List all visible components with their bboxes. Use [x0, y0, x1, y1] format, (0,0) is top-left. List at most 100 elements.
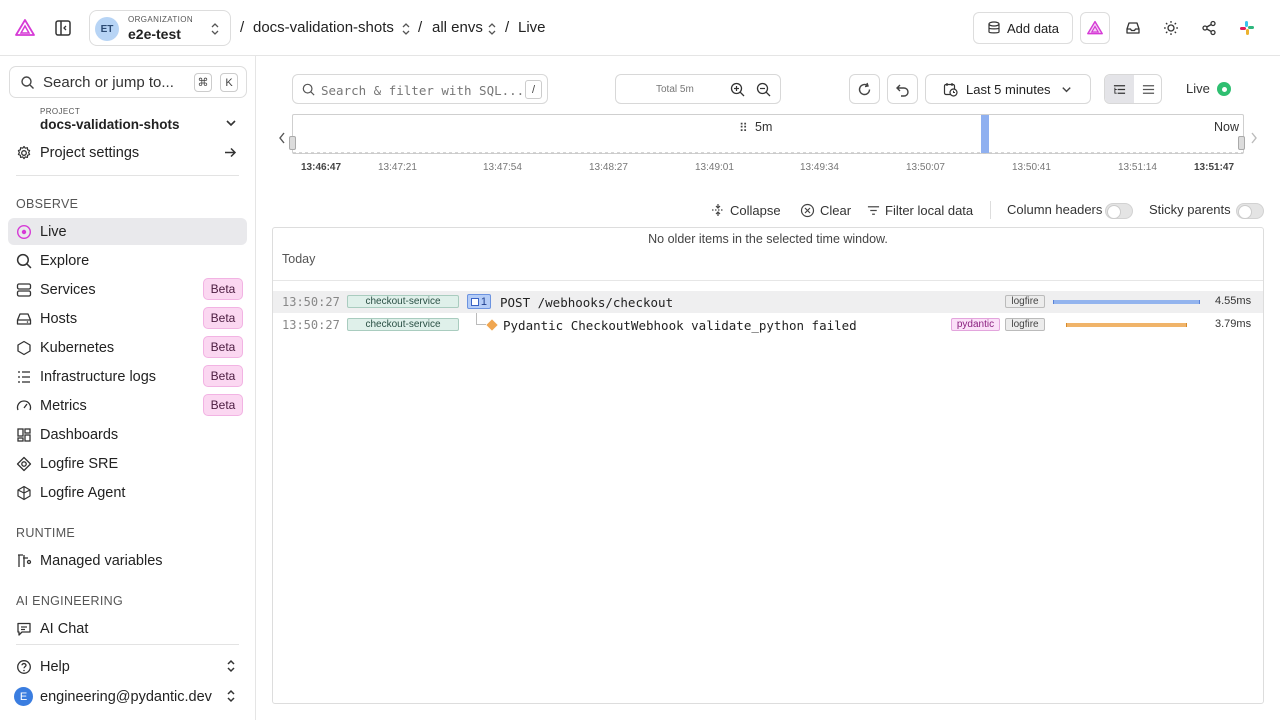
clear-button[interactable]: Clear — [800, 201, 851, 219]
beta-badge: Beta — [203, 336, 243, 358]
filter-icon — [867, 204, 880, 217]
help-menu[interactable]: Help — [8, 653, 247, 680]
undo-button[interactable] — [887, 74, 918, 104]
chevron-updown-icon — [226, 689, 236, 703]
zoom-in-icon[interactable] — [730, 82, 745, 97]
sidebar-item-kubernetes[interactable]: Kubernetes Beta — [8, 334, 247, 361]
timeline-right-handle[interactable] — [1238, 136, 1245, 150]
children-count-badge[interactable]: 1 — [467, 294, 491, 309]
sidebar-item-label: Explore — [40, 253, 90, 269]
filter-local-data-button[interactable]: Filter local data — [867, 201, 973, 219]
table-row[interactable]: 13:50:27 checkout-service Pydantic Check… — [273, 313, 1263, 336]
no-older-items-message: No older items in the selected time wind… — [648, 232, 888, 246]
sidebar-item-live[interactable]: Live — [8, 218, 247, 245]
sidebar-item-logfire-agent[interactable]: Logfire Agent — [8, 479, 247, 506]
timeline-tick: 13:51:47 — [1194, 162, 1235, 173]
tree-view-button[interactable] — [1105, 75, 1134, 103]
collapse-label: Collapse — [730, 202, 781, 218]
top-bar: ET ORGANIZATION e2e-test / docs-validati… — [0, 0, 1280, 56]
row-timestamp: 13:50:27 — [282, 295, 340, 309]
tree-connector — [476, 313, 486, 325]
sidebar-item-label: Kubernetes — [40, 340, 115, 356]
sidebar-item-metrics[interactable]: Metrics Beta — [8, 392, 247, 419]
sidebar-item-managed-variables[interactable]: Managed variables — [8, 547, 247, 574]
agent-icon — [16, 485, 32, 501]
live-status-dot — [1217, 82, 1231, 96]
search-icon — [16, 253, 32, 269]
view-mode-toggle — [1104, 74, 1162, 104]
zoom-control: Total 5m — [615, 74, 781, 104]
timeline-tick: 13:50:07 — [906, 162, 945, 173]
collapse-box-icon — [471, 298, 479, 306]
chevron-down-icon[interactable] — [224, 116, 238, 130]
add-data-button[interactable]: Add data — [973, 12, 1073, 44]
chevron-updown-icon[interactable] — [487, 22, 497, 36]
collapse-button[interactable]: Collapse — [711, 201, 781, 219]
logfire-tag: logfire — [1005, 318, 1045, 331]
live-label: Live — [1186, 81, 1210, 96]
sidebar-search[interactable]: Search or jump to... ⌘ K — [9, 66, 247, 98]
sidebar-item-logfire-sre[interactable]: Logfire SRE — [8, 450, 247, 477]
theme-sun-icon[interactable] — [1158, 15, 1184, 41]
breadcrumb-env[interactable]: all envs — [432, 19, 483, 36]
logfire-logo-icon[interactable] — [12, 15, 38, 41]
project-settings-label: Project settings — [40, 145, 140, 161]
row-timestamp: 13:50:27 — [282, 318, 340, 332]
zoom-out-icon[interactable] — [756, 82, 771, 97]
sidebar-item-label: Logfire SRE — [40, 456, 119, 472]
logfire-assistant-button[interactable] — [1080, 12, 1110, 44]
gauge-icon — [16, 398, 32, 414]
inbox-icon[interactable] — [1120, 15, 1146, 41]
refresh-button[interactable] — [849, 74, 880, 104]
sidebar-item-dashboards[interactable]: Dashboards — [8, 421, 247, 448]
span-duration: 4.55ms — [1215, 295, 1252, 307]
user-menu[interactable]: E engineering@pydantic.dev — [8, 683, 247, 710]
table-row[interactable]: 13:50:27 checkout-service 1 POST /webhoo… — [273, 291, 1263, 313]
sidebar-item-label: Hosts — [40, 311, 78, 327]
time-range-select[interactable]: Last 5 minutes — [925, 74, 1091, 104]
timeline-tick: 13:50:41 — [1012, 162, 1051, 173]
flat-view-button[interactable] — [1134, 75, 1161, 103]
chevron-updown-icon — [226, 659, 236, 673]
chevron-down-icon — [1060, 83, 1073, 96]
timeline-now-label: Now — [1214, 120, 1240, 134]
variables-icon — [16, 553, 32, 569]
slack-icon[interactable] — [1234, 15, 1260, 41]
breadcrumb-project[interactable]: docs-validation-shots — [253, 19, 394, 36]
timeline-left-handle[interactable] — [289, 136, 296, 150]
timeline-brush[interactable]: ⠿ 5m Now — [289, 114, 1245, 154]
organization-switcher[interactable]: ET ORGANIZATION e2e-test — [89, 10, 231, 46]
timeline-tick: 13:49:34 — [800, 162, 839, 173]
breadcrumb-separator: / — [418, 19, 423, 36]
sidebar-item-hosts[interactable]: Hosts Beta — [8, 305, 247, 332]
chevron-updown-icon[interactable] — [401, 22, 411, 36]
timeline-tick: 13:47:54 — [483, 162, 522, 173]
chevron-right-icon[interactable] — [1249, 130, 1259, 146]
kbd-k: K — [220, 73, 238, 92]
logs-list-icon — [16, 369, 32, 385]
children-count: 1 — [480, 295, 487, 308]
undo-icon — [895, 82, 910, 97]
hexagon-icon — [16, 340, 32, 356]
project-settings-link[interactable]: Project settings — [8, 139, 247, 166]
sticky-parents-toggle[interactable] — [1236, 203, 1264, 219]
sidebar-item-ai-chat[interactable]: AI Chat — [8, 615, 247, 642]
divider — [16, 175, 239, 176]
sidebar-item-services[interactable]: Services Beta — [8, 276, 247, 303]
sidebar-item-label: Metrics — [40, 398, 87, 414]
sql-filter-input[interactable]: Search & filter with SQL... / — [292, 74, 548, 104]
column-headers-toggle[interactable] — [1105, 203, 1133, 219]
beta-badge: Beta — [203, 394, 243, 416]
sticky-parents-label: Sticky parents — [1149, 202, 1231, 217]
chevron-left-icon[interactable] — [277, 130, 287, 146]
timeline-tick: 13:47:21 — [378, 162, 417, 173]
toggle-sidebar-icon[interactable] — [50, 15, 76, 41]
project-name[interactable]: docs-validation-shots — [40, 117, 180, 132]
help-label: Help — [40, 659, 70, 675]
share-icon[interactable] — [1196, 15, 1222, 41]
sidebar-item-explore[interactable]: Explore — [8, 247, 247, 274]
live-toggle[interactable]: Live — [1180, 80, 1236, 98]
sidebar-item-infrastructure-logs[interactable]: Infrastructure logs Beta — [8, 363, 247, 390]
breadcrumb-separator: / — [240, 19, 245, 36]
section-observe: OBSERVE — [16, 197, 79, 211]
